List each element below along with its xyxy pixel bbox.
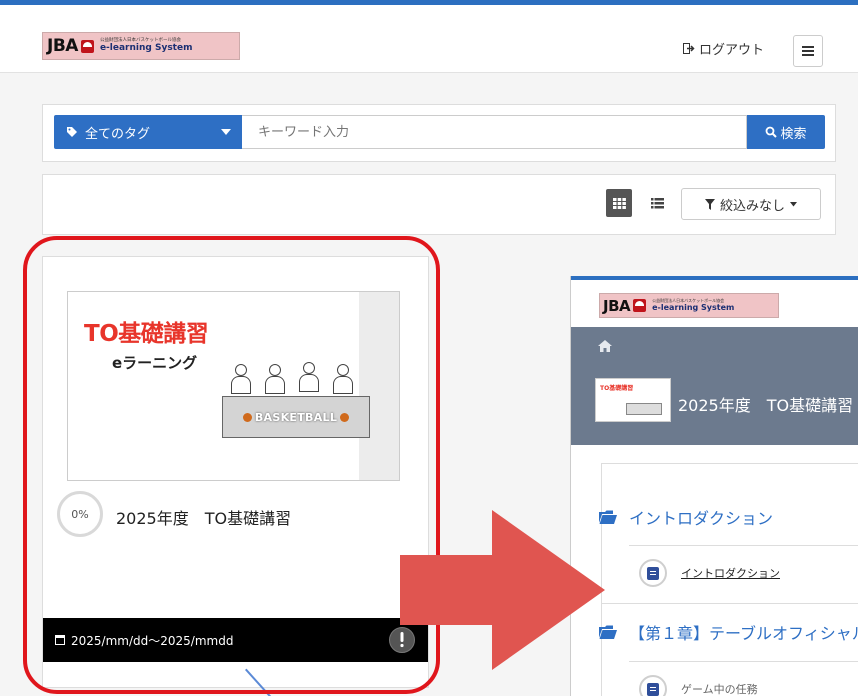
search-panel: 全てのタグ 検索 (42, 104, 836, 162)
desk-text: BASKETBALL (254, 410, 338, 424)
person-illustration (230, 364, 252, 394)
lesson-label: ゲーム中の任務 (681, 683, 758, 696)
logo-system-name: e-learning System (99, 43, 193, 54)
list-icon (650, 197, 664, 208)
logo-text: JBA (47, 36, 78, 56)
view-options-panel: 絞込みなし (42, 174, 836, 235)
arrow-right-icon (400, 510, 605, 670)
progress-indicator: 0% (57, 491, 103, 537)
logout-link[interactable]: ログアウト (683, 39, 764, 58)
tag-select-label: 全てのタグ (85, 126, 151, 142)
calendar-icon (55, 635, 65, 645)
filter-label: 絞込みなし (719, 198, 785, 214)
caret-down-icon (221, 129, 231, 135)
scorer-desk-illustration: BASKETBALL (222, 396, 370, 438)
preview-course-thumbnail: TO基礎講習 (595, 378, 671, 422)
section-label: イントロダクション (629, 509, 774, 528)
logout-label: ログアウト (699, 43, 765, 58)
search-button-label: 検索 (780, 126, 807, 142)
thumbnail-subtitle: eラーニング (112, 354, 198, 372)
basketball-icon (242, 412, 252, 422)
grid-icon (612, 197, 626, 209)
hamburger-icon (802, 46, 814, 56)
logout-icon (683, 43, 695, 54)
course-detail-preview: JBA 公益財団法人日本バスケットボール協会 e-learning System… (570, 276, 858, 696)
thumbnail-torn-edge (359, 292, 399, 480)
section-heading[interactable]: 【第１章】テーブルオフィシャル (599, 620, 858, 644)
list-view-button[interactable] (644, 189, 670, 217)
jba-emblem-icon (633, 299, 647, 312)
preview-logo-system: e-learning System (652, 303, 735, 312)
search-icon (766, 126, 778, 138)
search-button[interactable]: 検索 (747, 115, 825, 149)
section-heading[interactable]: イントロダクション (599, 505, 773, 529)
tag-select-dropdown[interactable]: 全てのタグ (54, 115, 242, 149)
filter-icon (704, 198, 715, 210)
thumbnail-title: TO基礎講習 (84, 321, 209, 347)
basketball-icon (340, 412, 350, 422)
jba-emblem-icon (80, 39, 94, 53)
person-illustration (298, 362, 320, 392)
lesson-link[interactable]: イントロダクション (681, 565, 780, 581)
home-icon (598, 340, 612, 352)
course-date-range: 2025/mm/dd～2025/mmdd (71, 633, 234, 648)
preview-logo-text: JBA (603, 296, 631, 315)
book-icon (647, 566, 659, 580)
grid-view-button[interactable] (606, 189, 632, 217)
person-illustration (264, 364, 286, 394)
preview-course-header: TO基礎講習 2025年度 TO基礎講習 (571, 327, 858, 445)
preview-jba-logo: JBA 公益財団法人日本バスケットボール協会 e-learning System (599, 293, 779, 318)
top-navbar: JBA 公益財団法人日本バスケットボール協会 e-learning System… (0, 0, 858, 73)
course-thumbnail[interactable]: TO基礎講習 eラーニング BASKETBALL (67, 291, 400, 481)
filter-dropdown-button[interactable]: 絞込みなし (681, 188, 821, 220)
person-illustration (332, 364, 354, 394)
preview-course-title: 2025年度 TO基礎講習 (678, 396, 854, 415)
lesson-item[interactable]: ゲーム中の任務 (639, 675, 758, 696)
lesson-item[interactable]: イントロダクション (639, 559, 780, 587)
preview-thumb-title: TO基礎講習 (600, 385, 634, 392)
jba-logo[interactable]: JBA 公益財団法人日本バスケットボール協会 e-learning System (42, 32, 240, 60)
section-label: 【第１章】テーブルオフィシャル (629, 624, 858, 643)
course-footer: 2025/mm/dd～2025/mmdd (43, 618, 428, 662)
lesson-status-circle (639, 559, 667, 587)
book-icon (647, 682, 659, 696)
course-title[interactable]: 2025年度 TO基礎講習 (116, 505, 291, 529)
course-card[interactable]: TO基礎講習 eラーニング BASKETBALL 0% 2025年度 TO基礎講… (42, 256, 429, 688)
tag-icon (67, 127, 77, 137)
keyword-input[interactable] (242, 115, 747, 149)
caret-down-icon (790, 201, 797, 206)
hamburger-menu-button[interactable] (793, 35, 823, 67)
lesson-status-circle (639, 675, 667, 696)
